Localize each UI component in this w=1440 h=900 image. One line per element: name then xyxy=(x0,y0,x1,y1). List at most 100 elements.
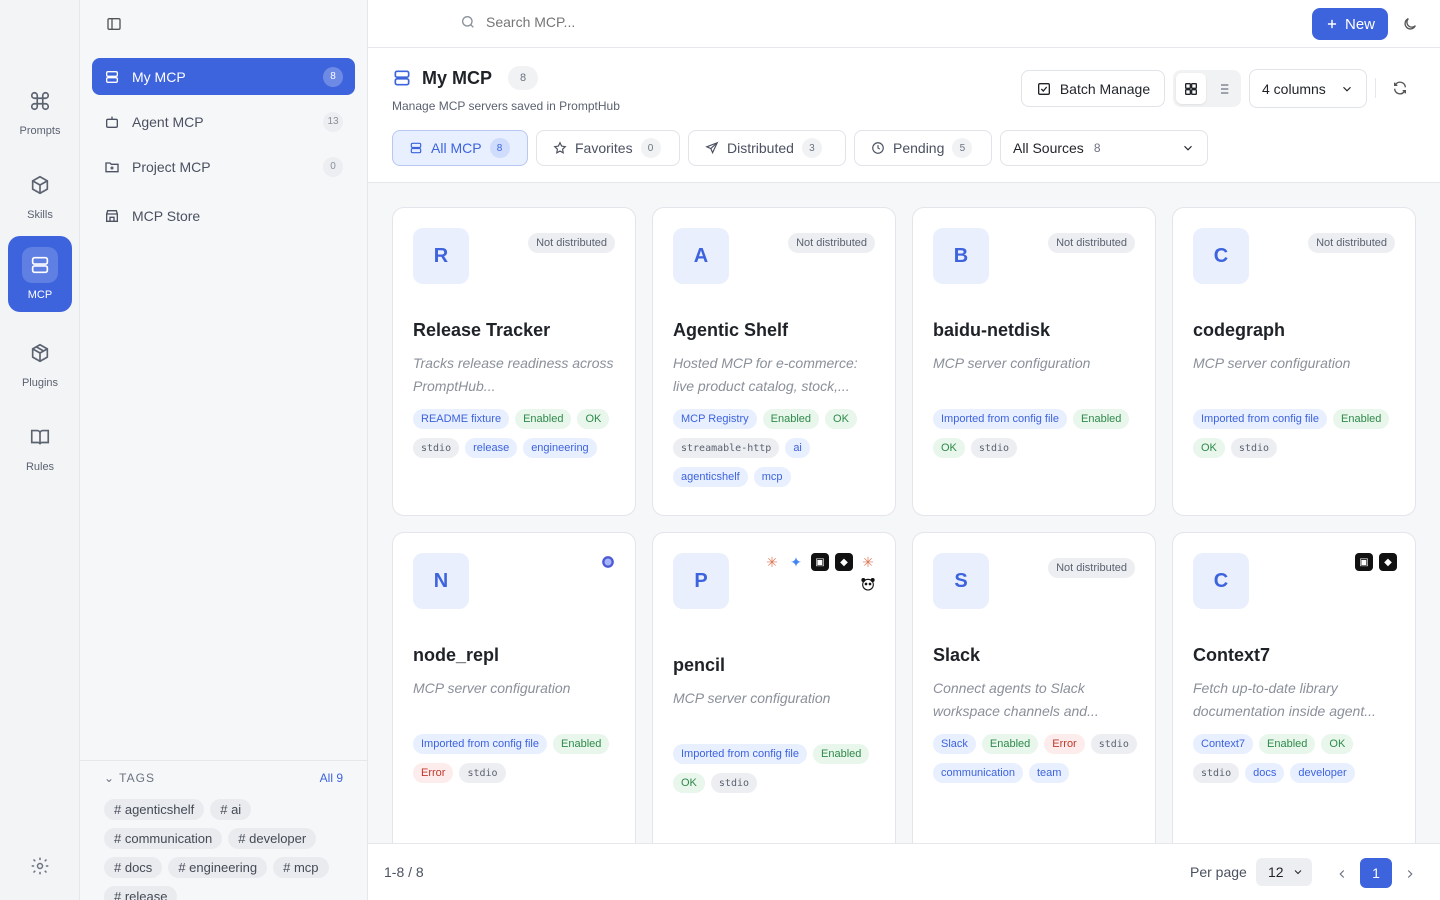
columns-select-value: 4 columns xyxy=(1262,80,1326,97)
columns-select[interactable]: 4 columns xyxy=(1249,69,1367,108)
tag-chip[interactable]: # release xyxy=(104,886,178,900)
tag-chip[interactable]: # developer xyxy=(228,828,317,849)
rail-label: Prompts xyxy=(19,125,61,137)
claude-agent-icon: ✳ xyxy=(862,553,874,570)
agent-icons: ✳ ✦ ▣ ◆ ✳ xyxy=(757,553,877,593)
card-description: MCP server configuration xyxy=(933,355,1091,371)
rail-item-plugins[interactable]: Plugins xyxy=(8,324,72,400)
card-description: Hosted MCP for e-commerce: live product … xyxy=(673,355,858,394)
page-button-current[interactable]: 1 xyxy=(1360,858,1392,888)
mcp-card[interactable]: P ✳ ✦ ▣ ◆ ✳ pencil MCP server configurat… xyxy=(652,532,896,843)
tag-chip[interactable]: # ai xyxy=(210,799,252,820)
rail-item-skills[interactable]: Skills xyxy=(8,156,72,232)
filter-label: Pending xyxy=(893,140,945,156)
transport-badge: streamable-http xyxy=(673,438,780,458)
card-avatar: C xyxy=(1193,228,1249,284)
chevron-left-icon[interactable] xyxy=(1330,862,1354,886)
enabled-badge: Enabled xyxy=(553,734,610,754)
cube-agent-icon: ◆ xyxy=(1379,553,1397,571)
card-avatar: C xyxy=(1193,553,1249,609)
rail-item-mcp[interactable]: MCP xyxy=(8,236,72,312)
server-icon xyxy=(410,142,422,154)
rail-label: Rules xyxy=(25,461,55,473)
search-input[interactable] xyxy=(486,14,786,30)
claude-agent-icon: ✳ xyxy=(766,553,778,570)
tag-chip[interactable]: # engineering xyxy=(168,857,268,878)
mcp-card[interactable]: S Not distributed Slack Connect agents t… xyxy=(912,532,1156,843)
search-box xyxy=(460,14,786,30)
tags-heading[interactable]: ⌄ TAGS xyxy=(104,771,155,785)
per-page-value: 12 xyxy=(1268,864,1284,880)
tag-badge: mcp xyxy=(753,467,791,487)
new-button-label: New xyxy=(1344,15,1375,33)
terminal-agent-icon: ▣ xyxy=(1355,553,1373,571)
server-icon xyxy=(394,70,410,86)
result-range: 1-8 / 8 xyxy=(384,864,424,880)
tag-chip[interactable]: # communication xyxy=(104,828,223,849)
card-title: baidu-netdisk xyxy=(933,320,1051,340)
tag-chip[interactable]: # agenticshelf xyxy=(104,799,205,820)
filter-all-mcp[interactable]: All MCP 8 xyxy=(392,130,528,166)
sidebar-item-project-mcp[interactable]: Project MCP 0 xyxy=(92,148,355,185)
sidebar-toggle-icon[interactable] xyxy=(102,12,126,36)
rail-item-rules[interactable]: Rules xyxy=(8,408,72,484)
chevron-right-icon[interactable] xyxy=(1398,862,1422,886)
source-badge: Slack xyxy=(933,734,976,754)
mcp-card[interactable]: B Not distributed baidu-netdisk MCP serv… xyxy=(912,207,1156,516)
rail-item-prompts[interactable]: Prompts xyxy=(8,72,72,148)
health-badge: OK xyxy=(577,409,610,429)
tag-chip[interactable]: # mcp xyxy=(273,857,329,878)
rail-label: Skills xyxy=(27,209,53,221)
health-badge: OK xyxy=(933,438,965,458)
gemini-agent-icon: ✦ xyxy=(790,553,802,570)
mcp-card[interactable]: C ▣ ◆ Context7 Fetch up-to-date library … xyxy=(1172,532,1416,843)
batch-manage-button[interactable]: Batch Manage xyxy=(1021,70,1165,107)
per-page-select[interactable]: 12 xyxy=(1256,858,1312,886)
agent-icons xyxy=(497,553,617,571)
rail-label: Plugins xyxy=(21,377,59,389)
page-title: My MCP xyxy=(422,67,493,88)
distribution-status-badge: Not distributed xyxy=(1308,233,1395,253)
moon-icon[interactable] xyxy=(1398,12,1422,36)
list-view-icon[interactable] xyxy=(1208,73,1238,104)
transport-badge: stdio xyxy=(459,763,506,783)
sidebar-item-mcp-store[interactable]: MCP Store xyxy=(92,197,355,234)
mcp-card[interactable]: R Not distributed Release Tracker Tracks… xyxy=(392,207,636,516)
filter-favorites[interactable]: Favorites 0 xyxy=(536,130,680,166)
tag-chip[interactable]: # docs xyxy=(104,857,163,878)
mcp-card-grid: R Not distributed Release Tracker Tracks… xyxy=(368,183,1440,843)
settings-icon[interactable] xyxy=(24,850,56,882)
source-badge: Context7 xyxy=(1193,734,1254,754)
filter-distributed[interactable]: Distributed 3 xyxy=(688,130,846,166)
filter-pending[interactable]: Pending 5 xyxy=(854,130,992,166)
mcp-card[interactable]: A Not distributed Agentic Shelf Hosted M… xyxy=(652,207,896,516)
transport-badge: stdio xyxy=(710,773,758,793)
plus-icon xyxy=(1327,19,1337,29)
grid-view-icon[interactable] xyxy=(1176,73,1206,104)
mcp-card[interactable]: N node_repl MCP server configuration Imp… xyxy=(392,532,636,843)
tag-badge: communication xyxy=(933,763,1023,783)
sidebar-item-my-mcp[interactable]: My MCP 8 xyxy=(92,58,355,95)
health-badge: OK xyxy=(825,409,857,429)
source-select[interactable]: All Sources 8 xyxy=(1000,130,1208,166)
refresh-icon[interactable] xyxy=(1388,76,1412,100)
sidebar-item-label: My MCP xyxy=(132,68,186,85)
sidebar: My MCP 8 Agent MCP 13 Project MCP 0 MCP … xyxy=(80,0,368,900)
new-button[interactable]: New xyxy=(1312,8,1388,40)
source-badge: Imported from config file xyxy=(413,734,547,754)
top-bar: New xyxy=(368,0,1440,48)
source-select-count: 8 xyxy=(1093,141,1101,155)
store-icon xyxy=(106,209,118,222)
transport-badge: stdio xyxy=(1090,734,1137,754)
enabled-badge: Enabled xyxy=(762,409,820,429)
card-avatar: A xyxy=(673,228,729,284)
enabled-badge: Enabled xyxy=(1259,734,1316,754)
mcp-card[interactable]: C Not distributed codegraph MCP server c… xyxy=(1172,207,1416,516)
command-icon xyxy=(22,83,58,119)
card-description: Tracks release readiness across PromptHu… xyxy=(413,355,614,394)
filter-count: 5 xyxy=(952,138,973,158)
bot-icon xyxy=(106,116,118,128)
tags-all-link[interactable]: All 9 xyxy=(320,771,343,785)
source-select-label: All Sources xyxy=(1013,140,1084,156)
sidebar-item-agent-mcp[interactable]: Agent MCP 13 xyxy=(92,103,355,140)
